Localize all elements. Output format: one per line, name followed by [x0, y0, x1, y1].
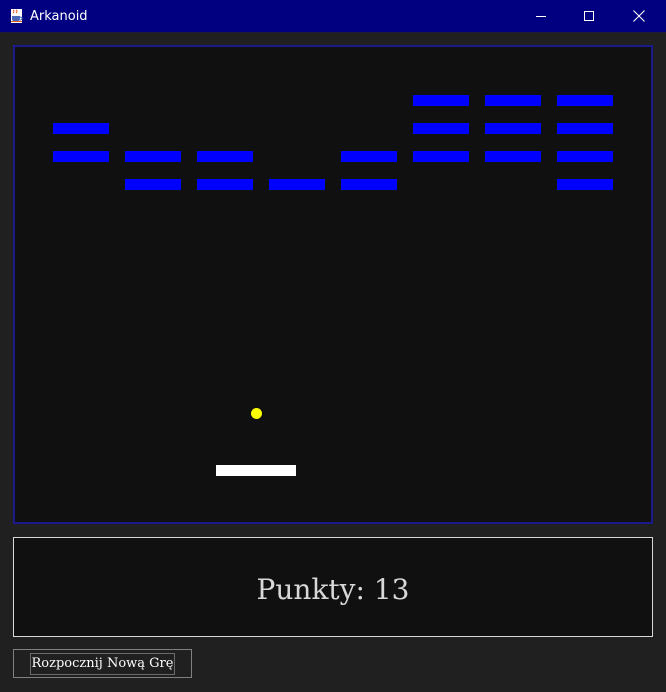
close-button[interactable]: [616, 0, 662, 32]
brick: [197, 151, 253, 162]
close-icon: [633, 10, 645, 22]
minimize-icon: [535, 15, 546, 17]
paddle[interactable]: [216, 465, 296, 476]
maximize-icon: [583, 10, 594, 21]
new-game-button[interactable]: Rozpocznij Nową Grę: [13, 649, 192, 678]
brick: [53, 123, 109, 134]
score-panel: Punkty: 13: [13, 537, 653, 637]
brick: [125, 179, 181, 190]
new-game-button-label: Rozpocznij Nową Grę: [29, 652, 176, 675]
brick: [485, 123, 541, 134]
game-board[interactable]: [13, 45, 653, 524]
brick: [557, 95, 613, 106]
brick: [485, 151, 541, 162]
brick: [341, 179, 397, 190]
brick: [413, 95, 469, 106]
score-label: Punkty: 13: [256, 572, 410, 606]
app-window: Arkanoid Punkty: 13 Rozpocznij Nową Grę: [0, 0, 666, 692]
brick: [341, 151, 397, 162]
brick: [197, 179, 253, 190]
brick: [413, 151, 469, 162]
ball: [251, 408, 262, 419]
maximize-button[interactable]: [566, 0, 612, 32]
brick: [485, 95, 541, 106]
brick: [269, 179, 325, 190]
brick: [125, 151, 181, 162]
java-cup-icon: [9, 8, 24, 24]
brick: [557, 179, 613, 190]
brick: [557, 123, 613, 134]
window-title: Arkanoid: [30, 9, 88, 24]
minimize-button[interactable]: [518, 0, 564, 32]
brick: [557, 151, 613, 162]
brick: [413, 123, 469, 134]
title-bar[interactable]: Arkanoid: [0, 0, 666, 33]
brick: [53, 151, 109, 162]
